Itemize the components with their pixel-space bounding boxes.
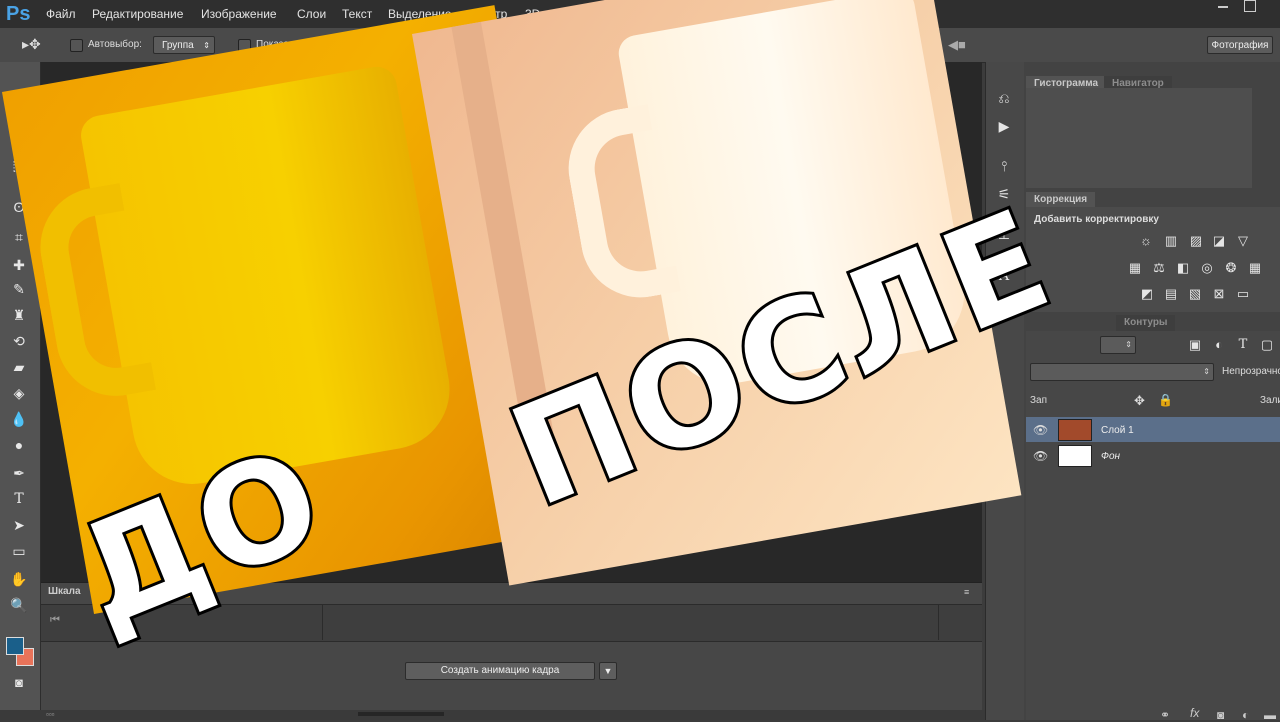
brush-tool-icon[interactable]: ✎ xyxy=(8,278,30,300)
layer-thumbnail xyxy=(1058,445,1092,467)
brush-presets-icon[interactable]: ⫯ xyxy=(994,156,1014,176)
filter-type-icon[interactable]: T xyxy=(1234,337,1252,353)
gradient-map-icon[interactable]: ▭ xyxy=(1234,286,1252,302)
3d-video-icon[interactable]: ◀■ xyxy=(948,37,966,53)
maximize-icon[interactable] xyxy=(1244,0,1256,12)
eye-icon[interactable]: 👁 xyxy=(1033,423,1048,437)
updown-icon: ⇕ xyxy=(203,41,210,50)
layer-name[interactable]: Слой 1 xyxy=(1101,425,1134,436)
layers-panel xyxy=(1026,331,1280,720)
photo-filter-icon[interactable]: ◎ xyxy=(1198,260,1216,276)
eraser-tool-icon[interactable]: ▰ xyxy=(8,356,30,378)
lock-all-icon[interactable]: 🔒 xyxy=(1158,393,1173,407)
vibrance-icon[interactable]: ▽ xyxy=(1234,233,1252,249)
levels-icon[interactable]: ▥ xyxy=(1162,233,1180,249)
add-adjustment-label: Добавить корректировку xyxy=(1034,214,1159,225)
tab-adjustments[interactable]: Коррекция xyxy=(1026,192,1096,208)
blur-tool-icon[interactable]: 💧 xyxy=(8,408,30,430)
fill-label: Зали xyxy=(1260,395,1280,406)
workspace-button[interactable]: Фотография xyxy=(1207,36,1273,54)
autoselect-label: Автовыбор: xyxy=(88,39,142,50)
paint-bucket-icon[interactable]: ◈ xyxy=(8,382,30,404)
type-tool-icon[interactable]: T xyxy=(8,488,30,510)
threshold-icon[interactable]: ▧ xyxy=(1186,286,1204,302)
timeline-mode-icon[interactable]: ▫▫▫ xyxy=(46,710,55,719)
dodge-tool-icon[interactable]: ● xyxy=(8,434,30,456)
tab-paths[interactable]: Контуры xyxy=(1116,315,1176,331)
path-selection-icon[interactable]: ➤ xyxy=(8,514,30,536)
first-frame-icon[interactable]: ⏮ xyxy=(50,614,60,627)
layer-thumbnail xyxy=(1058,419,1092,441)
stamp-tool-icon[interactable]: ♜ xyxy=(8,304,30,326)
foreground-color-swatch[interactable] xyxy=(6,637,24,655)
quick-mask-icon[interactable]: ◙ xyxy=(8,672,30,694)
menu-layers[interactable]: Слои xyxy=(297,7,326,21)
panel-menu-icon[interactable]: ≡ xyxy=(964,587,969,597)
layer-name[interactable]: Фон xyxy=(1101,451,1120,462)
posterize-icon[interactable]: ▤ xyxy=(1162,286,1180,302)
histogram-area xyxy=(1026,88,1252,188)
autoselect-group-select[interactable]: Группа ⇕ xyxy=(153,36,215,54)
group-select-value: Группа xyxy=(162,40,194,51)
filter-image-icon[interactable]: ▣ xyxy=(1186,337,1204,353)
timeline-tab[interactable]: Шкала xyxy=(48,586,81,597)
channel-mixer-icon[interactable]: ❂ xyxy=(1222,260,1240,276)
track-divider xyxy=(322,604,323,640)
create-frame-animation-button[interactable]: Создать анимацию кадра xyxy=(405,662,595,680)
zoom-slider[interactable] xyxy=(358,712,444,716)
shape-tool-icon[interactable]: ▭ xyxy=(8,540,30,562)
move-tool-preset-icon[interactable]: ▸✥ xyxy=(22,36,41,53)
blend-mode-select[interactable]: ⇕ xyxy=(1030,363,1214,381)
menu-image[interactable]: Изображение xyxy=(201,7,277,21)
history-icon[interactable]: ⎌ xyxy=(994,88,1014,108)
track-divider xyxy=(938,604,939,640)
eye-icon[interactable]: 👁 xyxy=(1033,449,1048,463)
fx-icon[interactable]: fx xyxy=(1190,706,1199,720)
lock-label: Зап xyxy=(1030,395,1048,406)
color-lookup-icon[interactable]: ▦ xyxy=(1246,260,1264,276)
menu-type[interactable]: Текст xyxy=(342,7,372,21)
selective-color-icon[interactable]: ⊠ xyxy=(1210,286,1228,302)
color-balance-icon[interactable]: ⚖ xyxy=(1150,260,1168,276)
menu-edit[interactable]: Редактирование xyxy=(92,7,183,21)
pen-tool-icon[interactable]: ✒ xyxy=(8,462,30,484)
actions-play-icon[interactable]: ▶ xyxy=(994,116,1014,136)
curves-icon[interactable]: ▨ xyxy=(1187,233,1205,249)
filter-kind-select[interactable]: ⇕ xyxy=(1100,336,1136,354)
lock-position-icon[interactable]: ✥ xyxy=(1134,393,1145,409)
healing-brush-icon[interactable]: ✚ xyxy=(8,254,30,276)
minimize-icon[interactable] xyxy=(1218,6,1228,8)
photoshop-logo: Ps xyxy=(6,3,31,25)
filter-adjustment-icon[interactable]: ◐ xyxy=(1210,337,1228,353)
invert-icon[interactable]: ◩ xyxy=(1138,286,1156,302)
filter-shape-icon[interactable]: ▢ xyxy=(1258,337,1276,353)
hand-tool-icon[interactable]: ✋ xyxy=(8,568,30,590)
chevron-down-icon[interactable]: ▼ xyxy=(599,662,617,680)
opacity-label: Непрозрачно xyxy=(1222,366,1280,377)
brightness-icon[interactable]: ☼ xyxy=(1137,233,1155,249)
autoselect-checkbox[interactable] xyxy=(70,39,83,52)
hue-saturation-icon[interactable]: ▦ xyxy=(1126,260,1144,276)
history-brush-icon[interactable]: ⟲ xyxy=(8,330,30,352)
menu-file[interactable]: Файл xyxy=(46,7,76,21)
black-white-icon[interactable]: ◧ xyxy=(1174,260,1192,276)
zoom-tool-icon[interactable]: 🔍 xyxy=(8,594,30,616)
exposure-icon[interactable]: ◪ xyxy=(1210,233,1228,249)
